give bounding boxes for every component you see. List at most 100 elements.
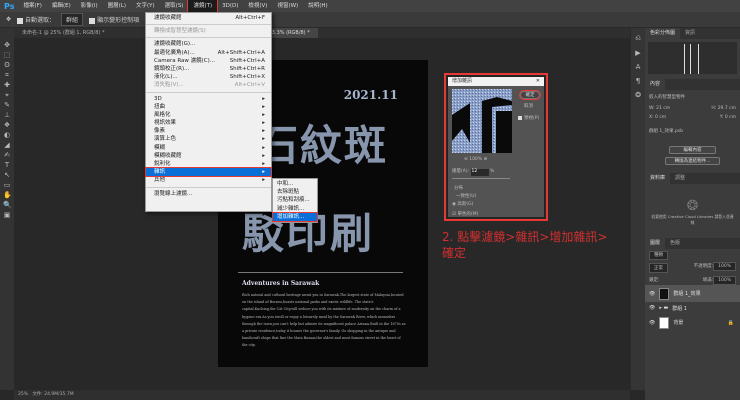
tool-icon-7[interactable]: ⊥ xyxy=(3,112,11,119)
filter-menu-item[interactable]: 模糊 ▸ xyxy=(146,144,271,152)
auto-select-dropdown[interactable]: 群組 xyxy=(61,13,84,26)
amount-slider[interactable] xyxy=(452,178,510,179)
filter-menu-item[interactable]: 扭曲 ▸ xyxy=(146,103,271,111)
tool-icon-12[interactable]: T xyxy=(3,162,11,169)
tab-channels[interactable]: 色版 xyxy=(665,238,685,249)
paragraph-icon[interactable]: ¶ xyxy=(636,77,640,85)
menu-7[interactable]: 3D(D) xyxy=(217,0,243,12)
filter-menu-item[interactable]: 濾鏡收藏館(G)... xyxy=(146,40,271,48)
history-icon[interactable]: ⎌ xyxy=(635,34,641,43)
menu-6[interactable]: 濾鏡(T) xyxy=(187,0,219,13)
ok-button[interactable]: 確定 xyxy=(519,90,541,100)
layer-row[interactable]: 👁 背景 🔒 xyxy=(645,314,740,331)
character-icon[interactable]: A xyxy=(636,63,641,71)
tool-icon-14[interactable]: ▭ xyxy=(3,182,11,189)
filter-menu-item[interactable]: 鏡頭校正(R)... Shift+Ctrl+R xyxy=(146,65,271,73)
tool-icon-6[interactable]: ✎ xyxy=(3,102,11,109)
menu-10[interactable]: 說明(H) xyxy=(303,0,332,12)
y-field[interactable]: Y: 0 cm xyxy=(720,115,736,120)
tool-icon-9[interactable]: ◐ xyxy=(3,132,11,139)
menu-2[interactable]: 影像(I) xyxy=(76,0,103,12)
cancel-button[interactable]: 取消 xyxy=(524,103,533,109)
menu-3[interactable]: 圖層(L) xyxy=(103,0,131,12)
menu-separator xyxy=(146,37,271,39)
visibility-icon[interactable]: 👁 xyxy=(649,305,655,311)
tab-properties[interactable]: 內容 xyxy=(645,79,666,90)
filter-menu-item[interactable]: 風格化 ▸ xyxy=(146,111,271,119)
gaussian-radio[interactable]: ◉ 高斯(G) xyxy=(452,201,473,207)
filter-menu-item[interactable]: Camera Raw 濾鏡(C)... Shift+Ctrl+A xyxy=(146,57,271,65)
tool-icon-1[interactable]: ⬚ xyxy=(3,52,11,59)
filter-menu-item[interactable]: 液化(L)... Shift+Ctrl+X xyxy=(146,73,271,81)
tool-icon-3[interactable]: ⌗ xyxy=(3,72,11,79)
menu-0[interactable]: 檔案(F) xyxy=(18,0,46,12)
zoom-in-icon[interactable]: ⊕ xyxy=(482,157,488,162)
filter-menu-item[interactable]: 雜訊 ▸ xyxy=(145,167,272,178)
menu-5[interactable]: 選取(S) xyxy=(160,0,189,12)
edit-contents-button[interactable]: 編輯內容 xyxy=(669,146,716,154)
blend-mode-select[interactable]: 正常 xyxy=(649,263,668,273)
tool-icon-0[interactable]: ✥ xyxy=(3,42,11,49)
filter-menu-item[interactable]: 銳利化 ▸ xyxy=(146,160,271,168)
fill-input[interactable]: 100% xyxy=(713,276,736,285)
amount-input[interactable]: 12 xyxy=(470,169,489,176)
x-field[interactable]: X: 0 cm xyxy=(649,115,666,120)
filter-menu-item[interactable]: 演算上色 ▸ xyxy=(146,135,271,143)
noise-preview[interactable] xyxy=(452,89,512,153)
filter-menu-item[interactable]: 3D ▸ xyxy=(146,95,271,103)
filter-menu-item[interactable]: 視訊效果 ▸ xyxy=(146,119,271,127)
filter-menu-item[interactable]: 最適化廣角(A)... Alt+Shift+Ctrl+A xyxy=(146,49,271,57)
filter-menu-item[interactable]: 瀏覽線上濾鏡... xyxy=(146,190,271,198)
tool-icon-8[interactable]: ❖ xyxy=(3,122,11,129)
tool-icon-5[interactable]: ⌖ xyxy=(3,92,11,99)
tool-icon-15[interactable]: ✋ xyxy=(3,192,12,199)
menu-8[interactable]: 檢視(V) xyxy=(243,0,272,12)
noise-submenu-item[interactable]: 減少雜訊... xyxy=(273,205,317,213)
filter-menu-item[interactable]: 濾鏡收藏館 Alt+Ctrl+F xyxy=(146,14,271,22)
tab-adjustments[interactable]: 調整 xyxy=(670,173,690,184)
filter-menu-item[interactable]: 其他 ▸ xyxy=(146,176,271,184)
tab-doc-1[interactable]: 未命名-1 @ 25% (群組 1, RGB/8) * xyxy=(14,28,112,38)
tab-histogram[interactable]: 色彩分佈圖 xyxy=(645,28,681,39)
tab-info[interactable]: 資訊 xyxy=(680,28,700,39)
height-field[interactable]: H: 29.7 cm xyxy=(711,106,736,111)
layer-kind-filter[interactable]: 種類 xyxy=(649,251,668,260)
play-icon[interactable]: ▶ xyxy=(635,49,640,57)
tool-icon-10[interactable]: ◢ xyxy=(3,142,11,149)
tool-icon-2[interactable]: ʘ xyxy=(3,62,11,69)
tab-libraries[interactable]: 資料庫 xyxy=(645,173,671,184)
mono-checkbox[interactable]: ☑ 單色的(M) xyxy=(452,211,478,217)
filter-menu-item[interactable]: 消失點(V)... Alt+Ctrl+V xyxy=(146,81,271,89)
tool-icon-4[interactable]: ✚ xyxy=(3,82,11,89)
tool-icon-11[interactable]: ✍ xyxy=(3,152,11,159)
filter-menu-item[interactable]: 轉換成智慧型濾鏡(S) xyxy=(146,27,271,35)
noise-submenu-item[interactable]: 增加雜訊... xyxy=(272,211,318,222)
tool-icon-17[interactable]: ▣ xyxy=(3,212,11,219)
menu-9[interactable]: 視窗(W) xyxy=(272,0,303,12)
auto-select-checkbox[interactable]: 自動選取： xyxy=(17,15,55,24)
zoom-readout[interactable]: 25% xyxy=(18,392,28,397)
transform-controls-checkbox[interactable]: 顯示變形控制項 xyxy=(89,15,139,24)
filter-menu-item[interactable]: 像素 ▸ xyxy=(146,127,271,135)
uniform-radio[interactable]: 一致性(U) xyxy=(456,193,476,199)
tool-icon-13[interactable]: ↖ xyxy=(3,172,11,179)
layer-row[interactable]: 👁 ▸ ▬ 群組 1 xyxy=(645,302,740,314)
close-icon[interactable]: ✕ xyxy=(536,77,540,86)
noise-submenu-item[interactable]: 去除斑點 xyxy=(273,188,317,196)
move-tool-icon[interactable]: ✥ xyxy=(6,16,11,23)
visibility-icon[interactable]: 👁 xyxy=(649,291,655,297)
menu-4[interactable]: 文字(Y) xyxy=(131,0,160,12)
width-field[interactable]: W: 21 cm xyxy=(649,106,670,111)
noise-submenu-item[interactable]: 中和... xyxy=(273,180,317,188)
opacity-input[interactable]: 100% xyxy=(713,262,736,271)
convert-linked-button[interactable]: 轉換為連結物件... xyxy=(665,157,720,165)
preview-checkbox[interactable]: 預視(P) xyxy=(518,115,539,121)
libraries-icon[interactable]: ❂ xyxy=(635,91,641,99)
menu-1[interactable]: 編輯(E) xyxy=(47,0,76,12)
tab-layers[interactable]: 圖層 xyxy=(645,238,666,249)
layer-row[interactable]: 👁 群組 1_效果 xyxy=(645,285,740,302)
visibility-icon[interactable]: 👁 xyxy=(649,320,655,326)
tool-icon-16[interactable]: 🔍 xyxy=(3,202,12,209)
filter-menu-item[interactable]: 模糊收藏館 ▸ xyxy=(146,152,271,160)
noise-submenu-item[interactable]: 污點和刮痕... xyxy=(273,196,317,204)
